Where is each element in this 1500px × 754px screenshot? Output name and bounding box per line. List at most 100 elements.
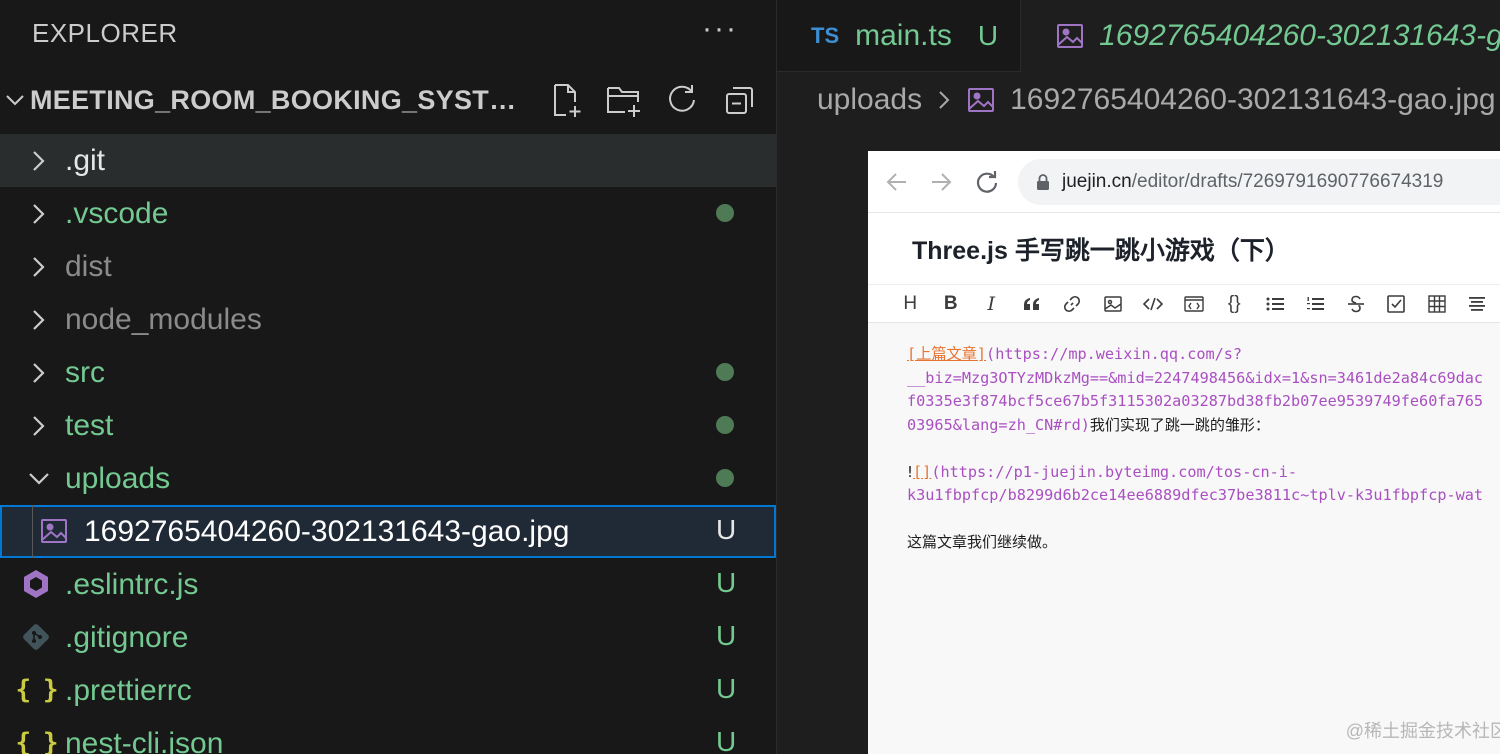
tree-item-vscode[interactable]: .vscode: [0, 187, 776, 240]
tree-item-git[interactable]: .git: [0, 134, 776, 187]
chevron-right-icon: [33, 257, 45, 277]
tab-image-preview[interactable]: 1692765404260-302131643-gao.jpg: [1021, 0, 1500, 72]
lock-icon: [1037, 174, 1049, 190]
code-icon: [1133, 285, 1174, 323]
tree-item-label: dist: [65, 249, 112, 283]
italic-icon: I: [987, 292, 995, 315]
chevron-down-icon: [0, 89, 30, 111]
article-title-bar: Three.js 手写跳一跳小游戏（下）: [868, 213, 1500, 285]
untracked-badge: U: [716, 673, 737, 704]
md-blank-line: [907, 508, 1500, 532]
explorer-header: EXPLORER ···: [0, 0, 776, 66]
breadcrumb-file[interactable]: 1692765404260-302131643-gao.jpg: [1010, 83, 1495, 117]
image-file-icon: [968, 88, 995, 112]
tree-item-test[interactable]: test: [0, 399, 776, 452]
editor-area: TS main.ts U 1692765404260-302131643-gao…: [776, 0, 1500, 754]
md-text: 这篇文章我们继续做。: [907, 533, 1058, 551]
git-icon: [20, 621, 52, 653]
align-icon: [1457, 285, 1498, 323]
project-root-row[interactable]: MEETING_ROOM_BOOKING_SYSTE...: [0, 66, 776, 134]
tree-item-prettierrc[interactable]: { } .prettierrc U: [0, 664, 776, 717]
tree-item-label: .git: [65, 143, 106, 177]
unordered-list-icon: [1255, 285, 1296, 323]
md-text: 我们实现了跳一跳的雏形：: [1089, 415, 1270, 434]
tree-item-label: .prettierrc: [65, 673, 192, 707]
typescript-icon: TS: [811, 22, 840, 48]
tree-item-dist[interactable]: dist: [0, 240, 776, 293]
tab-label: 1692765404260-302131643-gao.jpg: [1099, 19, 1500, 52]
ordered-list-icon: [1295, 285, 1336, 323]
explorer-title: EXPLORER: [32, 17, 178, 48]
project-actions: [546, 80, 760, 120]
md-link-text: [上篇文章]: [907, 345, 987, 363]
modified-dot-icon: [716, 363, 734, 381]
task-list-icon: [1376, 285, 1417, 323]
untracked-badge: U: [977, 19, 999, 51]
tree-item-label: .eslintrc.js: [65, 567, 199, 601]
editor-toolbar: H B I {}: [868, 285, 1500, 323]
project-name: MEETING_ROOM_BOOKING_SYSTE...: [30, 84, 530, 115]
md-line: __biz=Mzg3OTYzMDkzMg==&mid=2247498456&id…: [907, 368, 1484, 387]
indent-guide: [32, 505, 33, 558]
md-url: 03965&lang=zh_CN#rd): [907, 415, 1090, 434]
json-braces-icon: { }: [15, 728, 59, 754]
md-url: (https://p1-juejin.byteimg.com/tos-cn-i-: [931, 462, 1298, 481]
new-file-icon[interactable]: [546, 80, 586, 120]
modified-dot-icon: [716, 416, 734, 434]
braces-icon: {}: [1227, 292, 1241, 314]
md-line: ![](https://p1-juejin.byteimg.com/tos-cn…: [907, 461, 1500, 485]
tree-item-label: uploads: [65, 461, 171, 495]
md-line: [上篇文章](https://mp.weixin.qq.com/s?: [907, 343, 1500, 367]
md-line: k3u1fbpfcp/b8299d6b2ce14ee6889dfec37be38…: [907, 486, 1484, 504]
tree-item-uploads[interactable]: uploads: [0, 452, 776, 505]
md-line: 这篇文章我们继续做。: [907, 531, 1500, 555]
link-icon: [1052, 285, 1093, 323]
tree-item-image-file[interactable]: 1692765404260-302131643-gao.jpg U: [0, 505, 776, 558]
breadcrumb-folder[interactable]: uploads: [817, 83, 922, 117]
address-bar: juejin.cn/editor/drafts/7269791690776674…: [1018, 159, 1500, 205]
md-blank-line: [907, 437, 1500, 461]
json-braces-icon: { }: [15, 675, 59, 705]
url-host: juejin.cn: [1062, 171, 1132, 192]
tab-main-ts[interactable]: TS main.ts U: [777, 0, 1022, 72]
watermark: @稀土掘金技术社区: [1345, 721, 1500, 741]
refresh-icon[interactable]: [662, 80, 702, 120]
back-arrow-icon: [886, 173, 906, 191]
table-icon: [1417, 285, 1458, 323]
chevron-right-icon: [934, 88, 954, 112]
reload-icon: [976, 171, 998, 193]
code-block-icon: [1174, 285, 1215, 323]
modified-dot-icon: [716, 469, 734, 487]
heading-icon: H: [903, 292, 918, 314]
tree-item-nest-cli[interactable]: { } nest-cli.json U: [0, 717, 776, 754]
collapse-all-icon[interactable]: [720, 80, 760, 120]
tree-item-node-modules[interactable]: node_modules: [0, 293, 776, 346]
eslint-icon: [20, 568, 52, 600]
tree-item-gitignore[interactable]: .gitignore U: [0, 611, 776, 664]
new-folder-icon[interactable]: [604, 80, 644, 120]
image-preview: juejin.cn/editor/drafts/7269791690776674…: [868, 151, 1500, 754]
forward-arrow-icon: [932, 173, 952, 191]
untracked-badge: U: [716, 567, 737, 598]
bold-icon: B: [943, 292, 958, 314]
md-line: 03965&lang=zh_CN#rd)我们实现了跳一跳的雏形：: [907, 414, 1500, 438]
url-path: /editor/drafts/7269791690776674319: [1131, 171, 1444, 192]
article-title: Three.js 手写跳一跳小游戏（下）: [912, 236, 1290, 265]
md-link-text: []: [913, 462, 932, 481]
chevron-right-icon: [33, 416, 45, 436]
tree-item-src[interactable]: src: [0, 346, 776, 399]
tree-item-eslintrc[interactable]: .eslintrc.js U: [0, 558, 776, 611]
chevron-down-icon: [29, 473, 49, 485]
tree-item-label: .vscode: [65, 196, 169, 230]
tree-item-label: test: [65, 408, 114, 442]
markdown-content: [上篇文章](https://mp.weixin.qq.com/s? __biz=…: [868, 323, 1500, 555]
image-icon: [1093, 285, 1134, 323]
untracked-badge: U: [716, 726, 737, 754]
quote-icon: [1012, 285, 1053, 323]
breadcrumb: uploads 1692765404260-302131643-gao.jpg: [777, 72, 1500, 128]
md-url: (https://mp.weixin.qq.com/s?: [986, 345, 1243, 363]
more-actions-icon[interactable]: ···: [702, 14, 738, 44]
tree-item-label: node_modules: [65, 302, 262, 336]
image-file-icon: [1057, 24, 1084, 48]
md-line: f0335e3f874bcf5ce67b5f3115302a03287bd38f…: [907, 392, 1484, 410]
